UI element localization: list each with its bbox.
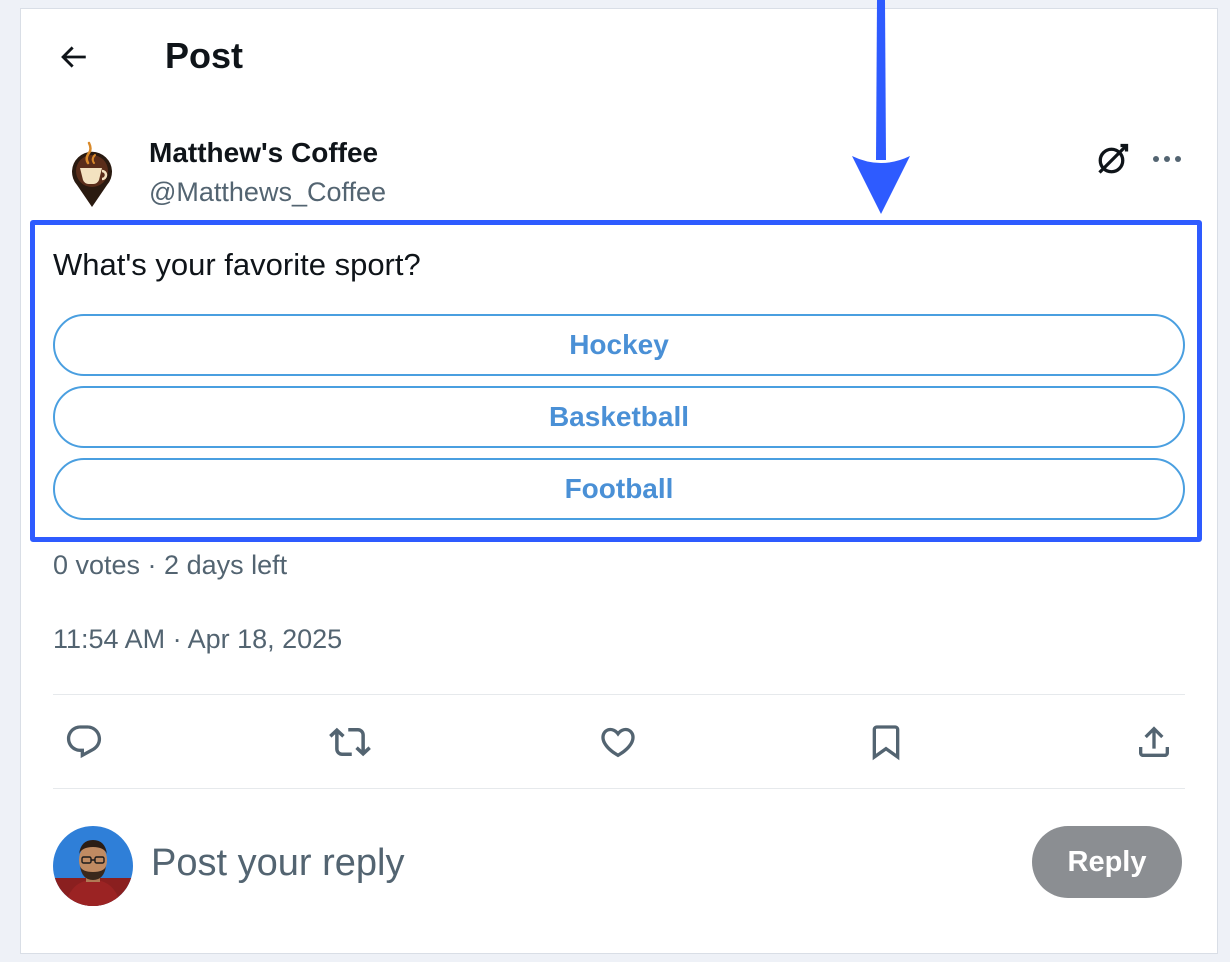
post-author: Matthew's Coffee @Matthews_Coffee [21, 127, 1217, 217]
bookmark-icon[interactable] [863, 719, 909, 765]
coffee-cup-pin-logo[interactable] [67, 141, 117, 207]
reply-input[interactable] [151, 833, 1011, 893]
avatar[interactable] [53, 826, 133, 906]
reply-composer: Reply [21, 809, 1217, 919]
more-horizontal-icon[interactable] [1147, 139, 1187, 179]
page-title: Post [165, 35, 244, 76]
reply-button[interactable]: Reply [1032, 826, 1182, 898]
reply-icon[interactable] [61, 719, 107, 765]
back-button[interactable] [53, 37, 93, 77]
annotation-arrow-icon [852, 0, 910, 214]
like-icon[interactable] [595, 719, 641, 765]
post-actions [21, 709, 1217, 775]
grok-icon[interactable] [1093, 139, 1133, 179]
arrow-left-icon [61, 46, 86, 68]
post-header: Post [21, 9, 1217, 109]
share-icon[interactable] [1131, 719, 1177, 765]
repost-icon[interactable] [327, 719, 373, 765]
author-name[interactable]: Matthew's Coffee [149, 137, 378, 169]
poll-meta: 0 votes · 2 days left [53, 550, 288, 580]
divider [53, 694, 1185, 695]
post-timestamp[interactable]: 11:54 AM · Apr 18, 2025 [53, 624, 342, 655]
author-handle[interactable]: @Matthews_Coffee [149, 177, 386, 208]
annotation-highlight-box [30, 220, 1202, 542]
divider [53, 788, 1185, 789]
